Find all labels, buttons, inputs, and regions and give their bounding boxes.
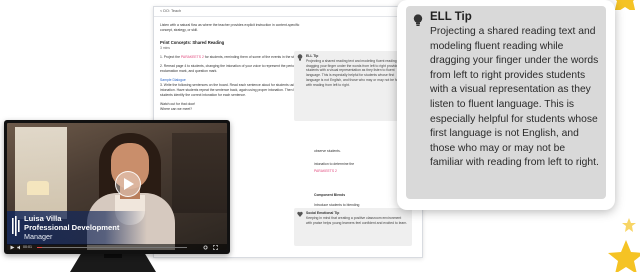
settings-icon[interactable] bbox=[203, 244, 208, 250]
volume-icon[interactable] bbox=[17, 245, 22, 250]
video-background-window bbox=[15, 127, 67, 219]
social-emotional-tip-sidebar: Social Emotional Tip Keeping in mind tha… bbox=[294, 208, 412, 246]
video-progress-fill bbox=[37, 246, 42, 248]
step-1: 1. Project the PARAKEETS 2 for students,… bbox=[160, 55, 310, 60]
presenter-title-line-2: Manager bbox=[24, 232, 53, 241]
lesson-intro-text: Listen with a natural flow as where the … bbox=[160, 23, 300, 32]
video-controls-bar: 00:01 bbox=[7, 244, 227, 250]
star-decoration-icon bbox=[608, 240, 640, 272]
video-background-shelf bbox=[172, 133, 227, 213]
lesson-nav-bar: < DO: Teach Review bbox=[154, 7, 422, 17]
presenter-title-line-1: Professional Development bbox=[24, 223, 120, 232]
lightbulb-icon bbox=[413, 14, 423, 26]
book-title-link[interactable]: PARAKEETS 2 bbox=[181, 55, 204, 59]
sample-dialogue-label: Sample Dialogue bbox=[160, 77, 186, 82]
presenter-name: Luisa Villa bbox=[24, 214, 62, 223]
social-emotional-tip-text: Keeping in mind that creating a positive… bbox=[306, 215, 408, 225]
step-3: 3. Write the following sentences on the … bbox=[160, 83, 309, 97]
ell-tip-callout: ELL Tip Projecting a shared reading text… bbox=[397, 0, 615, 210]
play-icon bbox=[124, 178, 134, 190]
course-page-screenshot: < DO: Teach Review Listen with a natural… bbox=[0, 0, 640, 272]
ell-tip-body: Projecting a shared reading text and mod… bbox=[430, 26, 599, 169]
sample-dialogue-link[interactable]: Sample Dialogue bbox=[160, 78, 310, 83]
video-player[interactable]: Luisa Villa Professional Development Man… bbox=[7, 123, 227, 250]
play-button[interactable] bbox=[115, 171, 141, 197]
ell-tip-sidebar: ELL Tip Projecting a shared reading text… bbox=[294, 51, 412, 121]
ell-tip-callout-box: ELL Tip Projecting a shared reading text… bbox=[406, 6, 606, 199]
step-1-rest: for students, reminding them of some of … bbox=[203, 55, 300, 60]
heart-icon bbox=[297, 211, 303, 217]
video-progress-bar[interactable] bbox=[37, 246, 187, 248]
video-background-lamp bbox=[27, 181, 49, 195]
tv-frame: Luisa Villa Professional Development Man… bbox=[4, 120, 230, 254]
sample-line-2: Where can we meet? bbox=[160, 106, 193, 111]
lesson-main-column: Listen with a natural flow as where the … bbox=[160, 21, 310, 111]
star-decoration-icon bbox=[622, 218, 636, 232]
fullscreen-icon[interactable] bbox=[213, 244, 218, 250]
section-title: Print Concepts: Shared Reading bbox=[160, 39, 225, 45]
ell-tip-sidebar-text: Projecting a shared reading text and mod… bbox=[306, 58, 406, 87]
back-nav-link[interactable]: < DO: Teach bbox=[160, 9, 181, 14]
small-play-icon[interactable] bbox=[10, 245, 15, 250]
brand-mark-icon bbox=[12, 216, 20, 236]
step-2: 2. Reread page 4 to students, changing t… bbox=[160, 63, 297, 73]
lightbulb-icon bbox=[297, 54, 303, 61]
section-duration: 3 mins bbox=[160, 46, 170, 51]
video-time: 00:01 bbox=[23, 244, 32, 249]
step-1-label: 1. Project the bbox=[160, 55, 181, 60]
ell-tip-title: ELL Tip bbox=[430, 11, 472, 23]
tv-neck bbox=[104, 254, 122, 258]
